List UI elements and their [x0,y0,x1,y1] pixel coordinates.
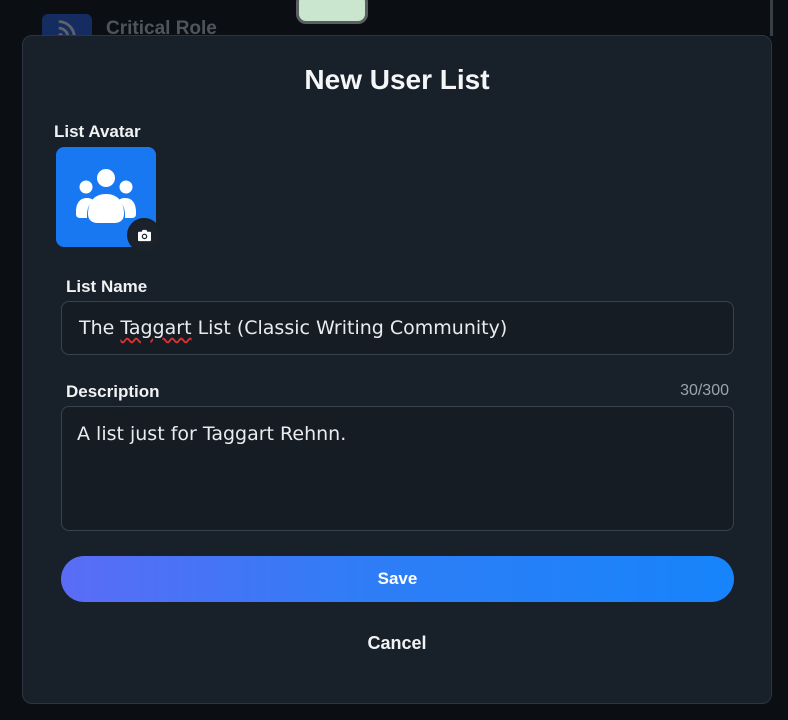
dialog-title: New User List [304,64,490,95]
description-char-counter: 30/300 [680,382,729,399]
description-label: Description [66,382,160,401]
save-button[interactable]: Save [61,556,734,602]
cancel-button[interactable]: Cancel [23,633,771,654]
list-name-label: List Name [66,277,148,296]
list-name-text-prefix: The [79,317,121,339]
group-icon [76,169,136,223]
change-avatar-button[interactable] [127,218,161,252]
spellcheck-word: Taggart [120,317,192,339]
list-name-text-suffix: List (Classic Writing Community) [191,317,508,339]
avatar-label: List Avatar [54,122,141,141]
new-user-list-dialog: New User List List Avatar List Name The … [22,35,772,704]
camera-icon [137,229,151,241]
list-name-input[interactable]: The Taggart List (Classic Writing Commun… [61,301,734,355]
background-divider [770,0,773,36]
description-textarea[interactable]: A list just for Taggart Rehnn. [61,406,734,531]
background-button [296,0,368,24]
